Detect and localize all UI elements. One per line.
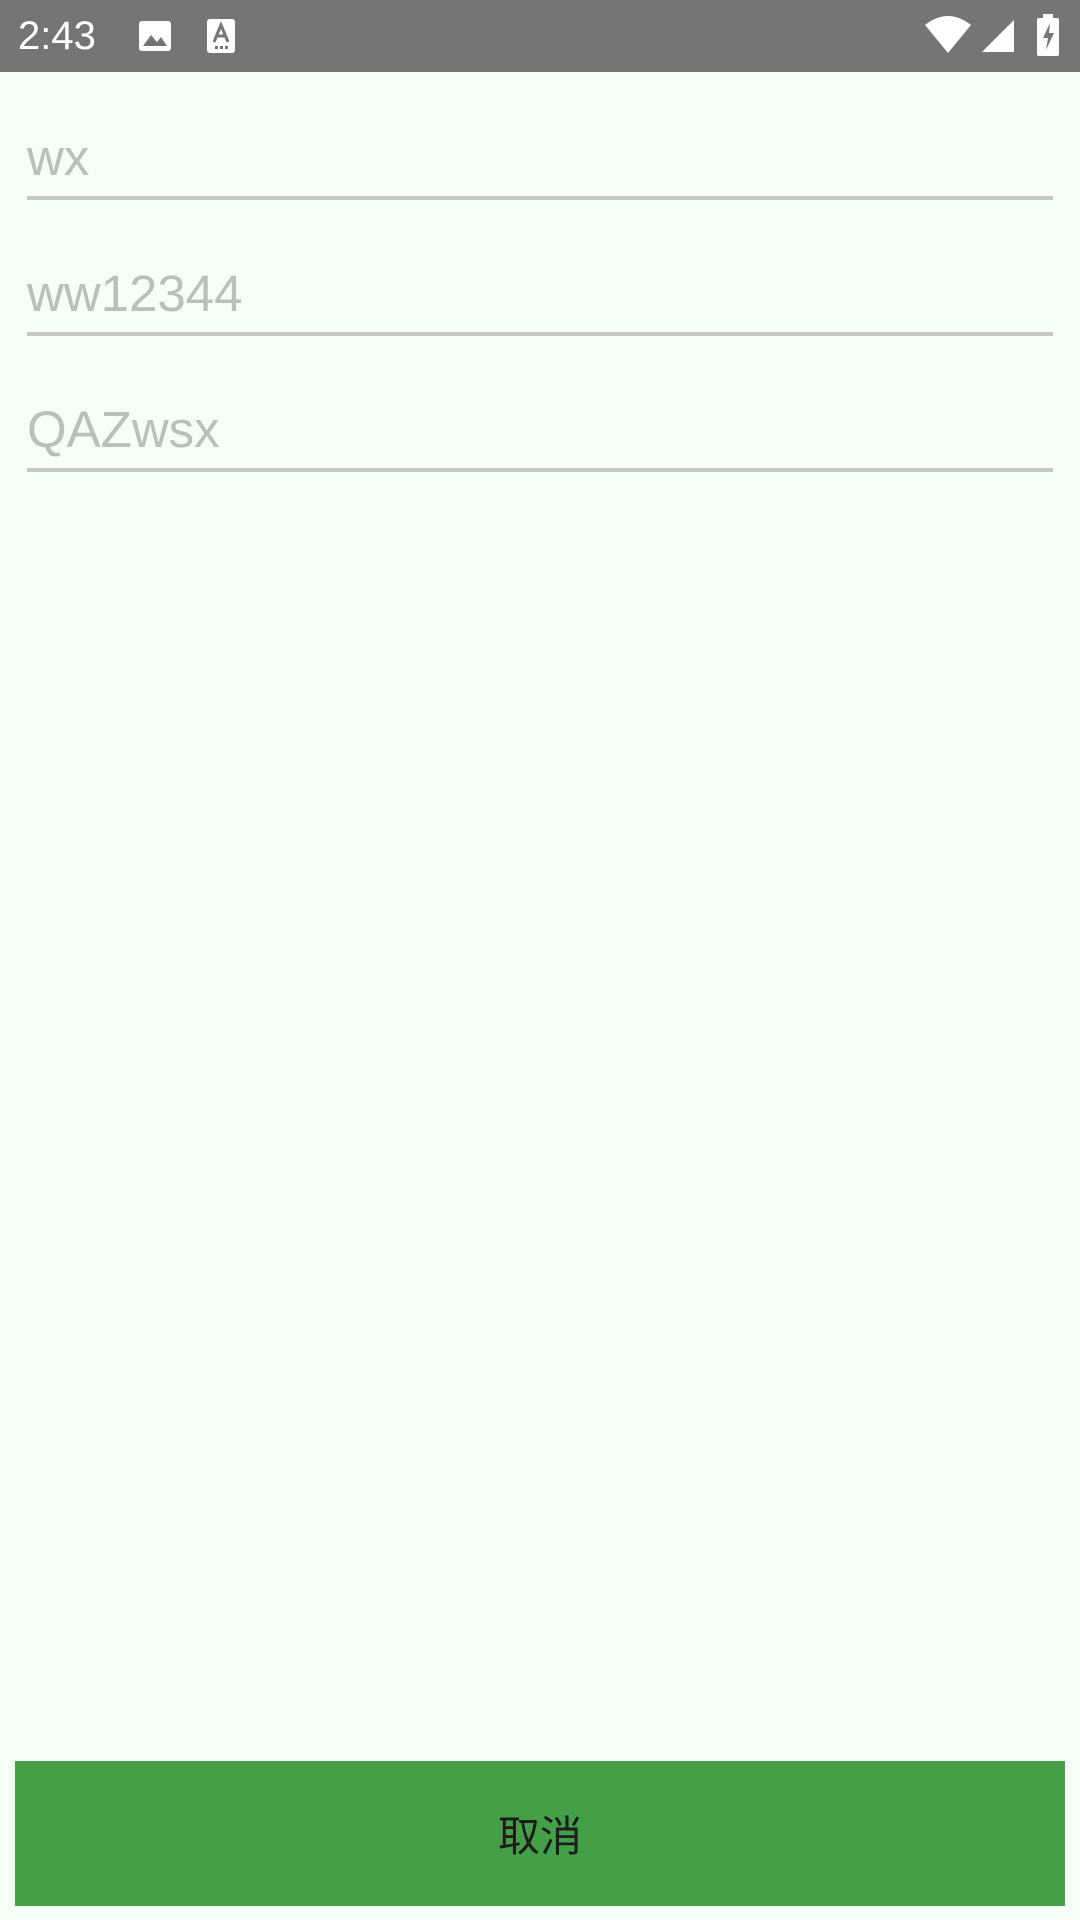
confirm-input[interactable] [27,400,1053,460]
username-input[interactable] [27,128,1053,188]
image-icon [139,21,171,51]
text-field-3 [27,372,1053,472]
battery-charging-icon [1037,14,1059,56]
text-field-1 [27,100,1053,200]
status-time: 2:43 [18,14,96,58]
text-field-2 [27,236,1053,336]
status-bar: 2:43 [0,0,1080,72]
text-input-icon [207,19,235,53]
cancel-button-label: 取消 [497,1812,582,1861]
cancel-button[interactable]: 取消 [15,1761,1065,1906]
cellular-signal-icon [982,20,1014,52]
password-input[interactable] [27,264,1053,324]
wifi-icon [925,16,971,53]
